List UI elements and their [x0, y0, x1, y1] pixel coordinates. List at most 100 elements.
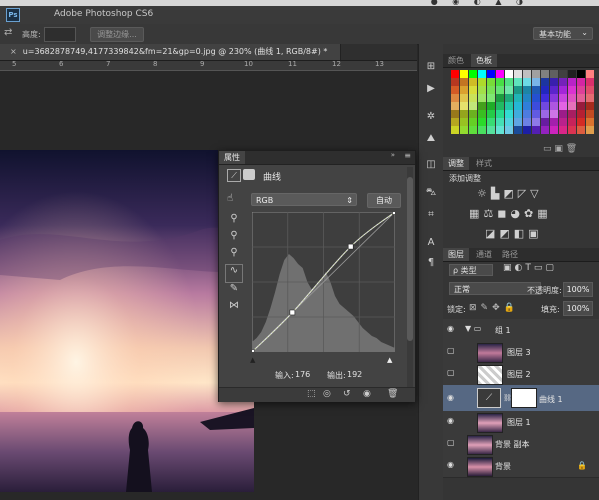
color-swatch[interactable] [478, 78, 486, 86]
opacity-input[interactable]: 100% [563, 282, 593, 297]
black-point-eyedropper-icon[interactable]: ⚲ [225, 213, 243, 230]
color-swatch[interactable] [451, 70, 459, 78]
color-swatch[interactable] [505, 118, 513, 126]
visibility-eye-icon[interactable]: ◉ [363, 389, 371, 399]
color-swatch[interactable] [478, 102, 486, 110]
color-swatch[interactable] [496, 118, 504, 126]
tool-preset-icon[interactable]: ⇄ [4, 27, 12, 38]
color-swatch[interactable] [451, 126, 459, 134]
color-swatch[interactable] [586, 102, 594, 110]
color-swatch[interactable] [568, 110, 576, 118]
color-swatch[interactable] [496, 78, 504, 86]
color-swatch[interactable] [541, 70, 549, 78]
height-field[interactable] [44, 27, 76, 42]
color-swatch[interactable] [496, 86, 504, 94]
color-swatch[interactable] [559, 70, 567, 78]
color-swatch[interactable] [505, 102, 513, 110]
color-swatch[interactable] [514, 86, 522, 94]
color-swatch[interactable] [577, 70, 585, 78]
color-swatch[interactable] [586, 126, 594, 134]
curve-control-point[interactable] [252, 349, 255, 353]
brush-presets-icon[interactable]: ⌗ [424, 208, 438, 222]
panel-menu-icon[interactable]: ≡ [404, 151, 411, 160]
edit-points-curve-icon[interactable]: ∿ [225, 264, 243, 283]
layer-row[interactable]: ▢ 图层 2 [443, 363, 599, 386]
color-swatch[interactable] [505, 110, 513, 118]
color-swatch[interactable] [532, 110, 540, 118]
color-swatch[interactable] [550, 86, 558, 94]
color-swatch[interactable] [523, 94, 531, 102]
color-swatch[interactable] [469, 86, 477, 94]
color-swatch[interactable] [451, 118, 459, 126]
layer-mask-thumbnail[interactable] [511, 388, 537, 408]
color-swatch[interactable] [532, 86, 540, 94]
color-swatch[interactable] [586, 94, 594, 102]
pencil-draw-icon[interactable]: ✎ [225, 283, 243, 300]
smooth-curve-icon[interactable]: ⋈ [225, 300, 243, 317]
color-swatch[interactable] [541, 126, 549, 134]
tab-paths[interactable]: 路径 [497, 248, 523, 261]
color-swatch[interactable] [505, 70, 513, 78]
black-slider-icon[interactable]: ▲ [250, 356, 255, 364]
color-swatch[interactable] [496, 70, 504, 78]
color-swatch[interactable] [586, 118, 594, 126]
trash-icon[interactable]: 🗑 [387, 389, 398, 399]
color-swatch[interactable] [469, 94, 477, 102]
visibility-eye-icon[interactable]: ◉ [447, 324, 457, 333]
color-swatch[interactable] [523, 110, 531, 118]
color-swatch[interactable] [550, 70, 558, 78]
color-swatch[interactable] [550, 94, 558, 102]
adjustment-icons-row2[interactable]: ▦⚖◼◕✿▦ [469, 207, 552, 220]
color-swatch[interactable] [541, 86, 549, 94]
document-image[interactable] [0, 150, 254, 492]
color-swatch[interactable] [496, 110, 504, 118]
channel-select[interactable]: RGB [251, 193, 357, 207]
color-swatch[interactable] [469, 78, 477, 86]
color-swatch[interactable] [487, 126, 495, 134]
visibility-box-icon[interactable]: ▢ [447, 368, 457, 377]
color-swatch[interactable] [505, 126, 513, 134]
color-swatch[interactable] [496, 126, 504, 134]
color-swatch[interactable] [577, 102, 585, 110]
color-swatch[interactable] [514, 110, 522, 118]
color-swatch[interactable] [505, 86, 513, 94]
color-swatch[interactable] [487, 94, 495, 102]
tab-properties[interactable]: 属性 [219, 151, 245, 164]
color-swatch[interactable] [451, 102, 459, 110]
adjustment-icons-row3[interactable]: ◪◩◧▣ [485, 227, 543, 240]
color-swatch[interactable] [505, 78, 513, 86]
close-tab-icon[interactable]: × [0, 47, 23, 56]
document-tab[interactable]: × u=3682878749,4177339842&fm=21&gp=0.jpg … [0, 44, 341, 60]
swatch-footer-icons[interactable]: ▭ ▣ 🗑 [543, 144, 577, 154]
refine-edge-button[interactable]: 调整边缘... [90, 27, 144, 42]
color-swatch[interactable] [532, 78, 540, 86]
color-swatch[interactable] [532, 70, 540, 78]
color-swatch[interactable] [577, 110, 585, 118]
tab-swatches[interactable]: 色板 [471, 54, 497, 67]
color-swatch[interactable] [514, 118, 522, 126]
paragraph-icon[interactable]: ¶ [424, 256, 438, 270]
curve-control-point[interactable] [289, 309, 296, 316]
fill-input[interactable]: 100% [563, 301, 593, 316]
color-swatch[interactable] [559, 126, 567, 134]
tab-styles[interactable]: 样式 [471, 157, 497, 170]
color-swatch[interactable] [577, 94, 585, 102]
tab-color[interactable]: 颜色 [443, 54, 469, 67]
curve-control-point[interactable] [392, 212, 396, 215]
color-swatch[interactable] [478, 70, 486, 78]
color-swatch[interactable] [559, 86, 567, 94]
lock-icons[interactable]: ⊠✎✥🔒 [469, 303, 519, 313]
color-swatch[interactable] [505, 94, 513, 102]
color-swatch[interactable] [460, 78, 468, 86]
color-swatch[interactable] [460, 118, 468, 126]
color-swatch[interactable] [487, 78, 495, 86]
layer-row[interactable]: ▢ 图层 3 [443, 341, 599, 364]
color-swatch[interactable] [550, 110, 558, 118]
color-swatch[interactable] [523, 126, 531, 134]
color-swatch[interactable] [550, 102, 558, 110]
color-swatch[interactable] [550, 78, 558, 86]
color-swatch[interactable] [469, 70, 477, 78]
curves-graph[interactable] [252, 212, 395, 352]
color-swatch[interactable] [586, 86, 594, 94]
color-swatch[interactable] [568, 70, 576, 78]
